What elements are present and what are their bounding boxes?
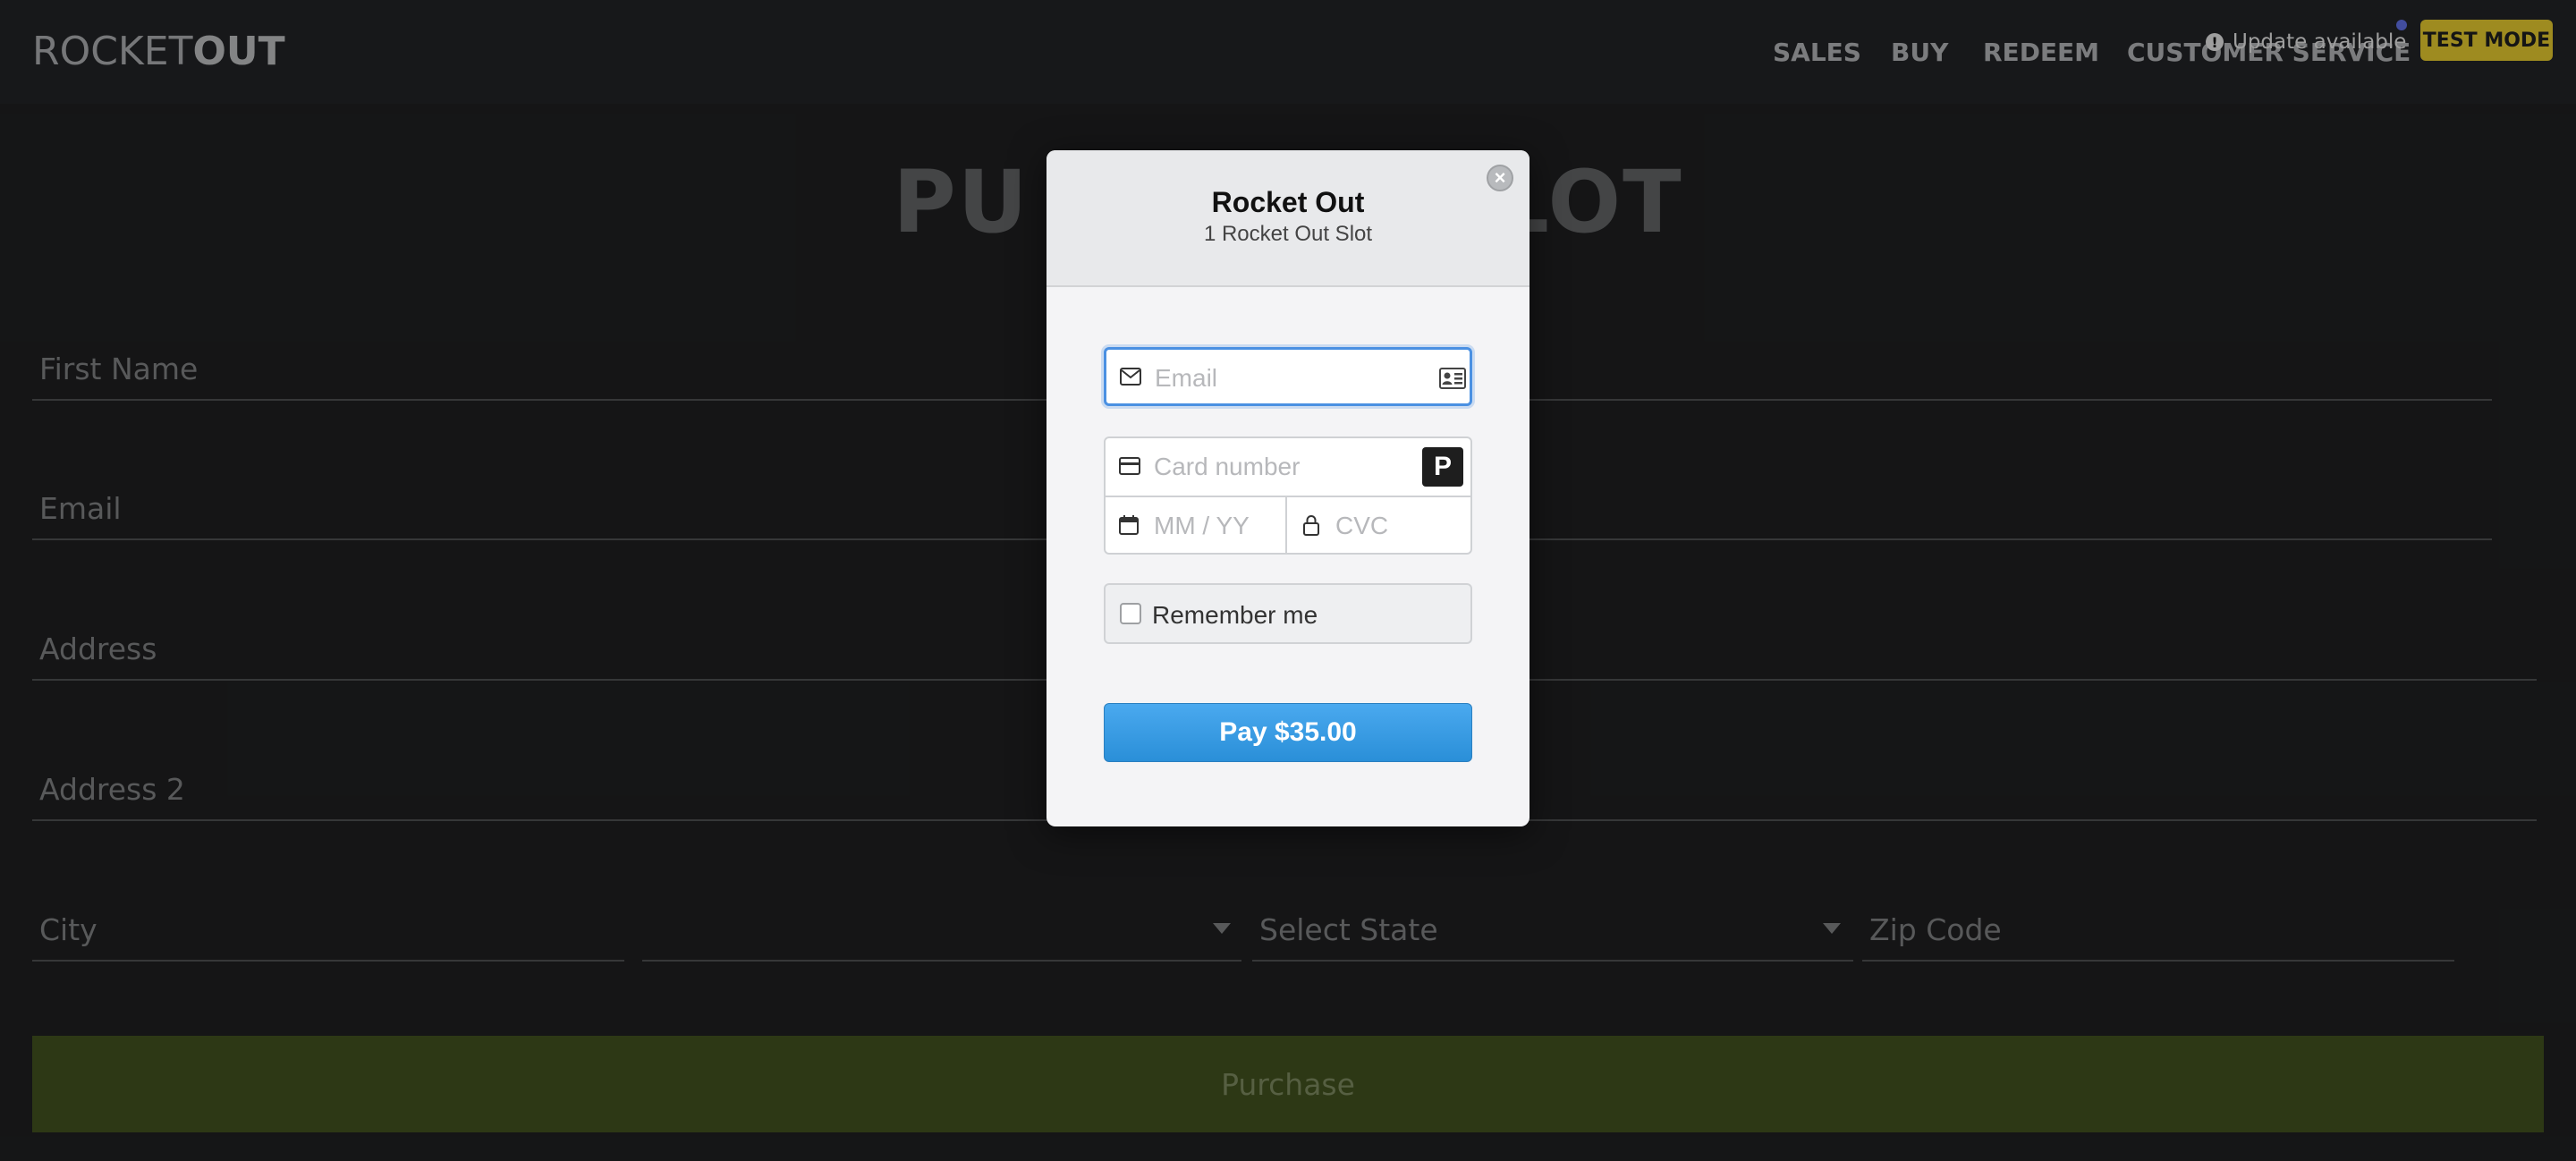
expiry-input[interactable]: MM / YY <box>1106 496 1287 553</box>
modal-header: Rocket Out 1 Rocket Out Slot × <box>1046 150 1530 287</box>
payment-modal: Rocket Out 1 Rocket Out Slot × Email Car… <box>1046 150 1530 826</box>
modal-subtitle: 1 Rocket Out Slot <box>1203 222 1373 246</box>
p-badge[interactable]: P <box>1422 447 1463 487</box>
pay-button[interactable]: Pay $35.00 <box>1104 703 1472 762</box>
expiry-placeholder: MM / YY <box>1154 512 1250 539</box>
contact-card-icon[interactable] <box>1439 368 1466 389</box>
modal-email-input[interactable]: Email <box>1104 347 1472 406</box>
remember-me-checkbox[interactable] <box>1120 603 1141 624</box>
card-number-input[interactable]: Card number P <box>1106 438 1470 496</box>
card-details-group: Card number P MM / YY CVC <box>1104 436 1472 555</box>
envelope-icon <box>1120 368 1141 386</box>
email-placeholder: Email <box>1155 364 1218 392</box>
close-icon[interactable]: × <box>1487 165 1513 191</box>
lock-icon <box>1303 515 1319 536</box>
remember-me-label: Remember me <box>1152 601 1318 629</box>
modal-title: Rocket Out <box>1211 186 1365 218</box>
cvc-placeholder: CVC <box>1335 512 1389 539</box>
remember-me-option[interactable]: Remember me <box>1104 583 1472 644</box>
credit-card-icon <box>1119 457 1140 475</box>
cvc-input[interactable]: CVC <box>1287 496 1470 553</box>
card-number-placeholder: Card number <box>1154 453 1301 480</box>
calendar-icon <box>1119 515 1139 535</box>
